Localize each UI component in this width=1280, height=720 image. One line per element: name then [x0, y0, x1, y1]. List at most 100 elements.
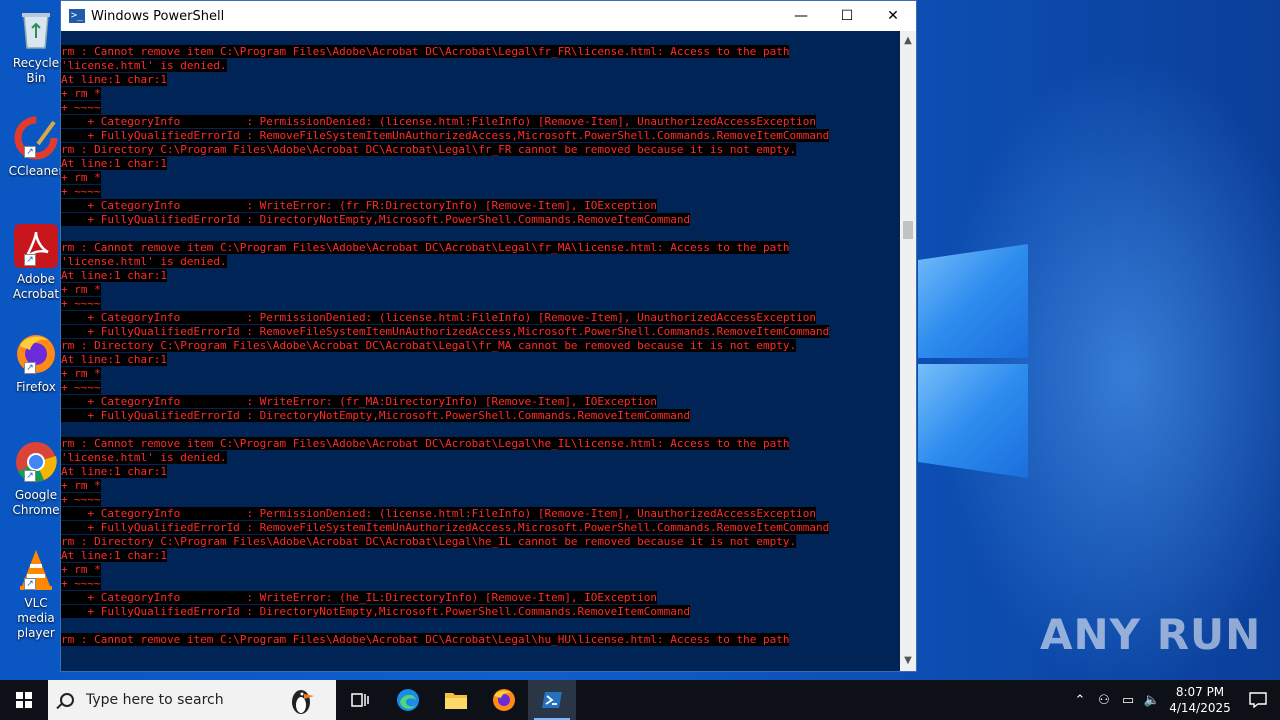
- console-line: + CategoryInfo : WriteError: (fr_FR:Dire…: [61, 199, 901, 213]
- console-line: At line:1 char:1: [61, 73, 901, 87]
- edge-icon: [397, 689, 419, 711]
- console-line: 'license.html' is denied.: [61, 59, 901, 73]
- search-placeholder: Type here to search: [86, 692, 224, 708]
- console-line: At line:1 char:1: [61, 269, 901, 283]
- console-line-text: + CategoryInfo : PermissionDenied: (lice…: [61, 507, 816, 520]
- console-line: + ~~~~: [61, 381, 901, 395]
- close-button[interactable]: ✕: [870, 1, 916, 31]
- console-line: [61, 647, 901, 661]
- taskbar: Type here to search ⌃ ⚇ ▭ 🔈 8:07 PM 4/14…: [0, 680, 1280, 720]
- console-line-text: rm : Directory C:\Program Files\Adobe\Ac…: [61, 535, 797, 548]
- task-view-button[interactable]: [336, 680, 384, 720]
- search-icon: [60, 693, 74, 707]
- console-line-text: + ~~~~: [61, 493, 101, 506]
- console-line-text: + ~~~~: [61, 297, 101, 310]
- console-output[interactable]: rm : Cannot remove item C:\Program Files…: [61, 45, 901, 671]
- maximize-button[interactable]: ☐: [824, 1, 870, 31]
- windows-wallpaper-logo: [918, 236, 1030, 482]
- desktop-icon-ccleaner[interactable]: ↗ CCleaner: [4, 116, 68, 179]
- console-line: + ~~~~: [61, 577, 901, 591]
- desktop-icon-label: Firefox: [16, 380, 56, 394]
- console-line: rm : Directory C:\Program Files\Adobe\Ac…: [61, 339, 901, 353]
- recycle-bin-icon: [14, 8, 58, 52]
- volume-icon[interactable]: 🔈: [1140, 693, 1164, 708]
- console-line: + ~~~~: [61, 185, 901, 199]
- desktop-icon-vlc[interactable]: ↗ VLC media player: [4, 548, 68, 641]
- firefox-icon: ↗: [14, 332, 58, 376]
- console-line: + rm *: [61, 563, 901, 577]
- desktop-icon-label: Recycle Bin: [12, 56, 60, 85]
- console-line-text: 'license.html' is denied.: [61, 59, 227, 72]
- people-icon[interactable]: ⚇: [1092, 693, 1116, 708]
- console-line-text: + ~~~~: [61, 185, 101, 198]
- console-line: 'license.html' is denied.: [61, 451, 901, 465]
- console-line-text: At line:1 char:1: [61, 157, 167, 170]
- console-line-text: + rm *: [61, 171, 101, 184]
- clock-date: 4/14/2025: [1169, 701, 1231, 715]
- console-line-text: + rm *: [61, 87, 101, 100]
- console-line: + CategoryInfo : PermissionDenied: (lice…: [61, 311, 901, 325]
- window-title: Windows PowerShell: [91, 8, 225, 24]
- console-line-text: rm : Cannot remove item C:\Program Files…: [61, 241, 790, 254]
- desktop-icon-label: Adobe Acrobat: [12, 272, 60, 301]
- console-line: + FullyQualifiedErrorId : RemoveFileSyst…: [61, 325, 901, 339]
- vlc-icon: ↗: [14, 548, 58, 592]
- scroll-thumb[interactable]: [903, 221, 913, 239]
- chevron-up-icon[interactable]: ⌃: [1068, 693, 1092, 708]
- console-line-text: + rm *: [61, 367, 101, 380]
- desktop-icon-google-chrome[interactable]: ↗ Google Chrome: [4, 440, 68, 518]
- taskbar-search-box[interactable]: Type here to search: [48, 680, 336, 720]
- console-line-text: At line:1 char:1: [61, 269, 167, 282]
- file-explorer-icon: [445, 693, 467, 709]
- console-line-text: + FullyQualifiedErrorId : DirectoryNotEm…: [61, 213, 691, 226]
- console-line: + CategoryInfo : WriteError: (fr_MA:Dire…: [61, 395, 901, 409]
- console-line: At line:1 char:1: [61, 353, 901, 367]
- start-button[interactable]: [0, 680, 48, 720]
- console-line-text: + ~~~~: [61, 101, 101, 114]
- powershell-window[interactable]: >_ Windows PowerShell — ☐ ✕ rm : Cannot …: [60, 0, 917, 672]
- taskbar-edge[interactable]: [384, 680, 432, 720]
- console-line-text: At line:1 char:1: [61, 73, 167, 86]
- console-line: + FullyQualifiedErrorId : DirectoryNotEm…: [61, 409, 901, 423]
- system-tray: ⌃ ⚇ ▭ 🔈 8:07 PM 4/14/2025: [1068, 680, 1280, 720]
- console-line: + rm *: [61, 171, 901, 185]
- console-line: + ~~~~: [61, 101, 901, 115]
- console-line: rm : Cannot remove item C:\Program Files…: [61, 437, 901, 451]
- console-line: rm : Cannot remove item C:\Program Files…: [61, 241, 901, 255]
- desktop-icon-label: VLC media player: [17, 596, 55, 640]
- console-line: rm : Cannot remove item C:\Program Files…: [61, 45, 901, 59]
- desktop-icon-recycle-bin[interactable]: Recycle Bin: [4, 8, 68, 86]
- taskbar-clock[interactable]: 8:07 PM 4/14/2025: [1164, 684, 1236, 716]
- console-line: + CategoryInfo : WriteError: (he_IL:Dire…: [61, 591, 901, 605]
- taskbar-firefox[interactable]: [480, 680, 528, 720]
- console-line-text: At line:1 char:1: [61, 549, 167, 562]
- console-line: + CategoryInfo : PermissionDenied: (lice…: [61, 507, 901, 521]
- console-line-text: + ~~~~: [61, 577, 101, 590]
- desktop-icon-firefox[interactable]: ↗ Firefox: [4, 332, 68, 395]
- console-line-text: + CategoryInfo : PermissionDenied: (lice…: [61, 311, 816, 324]
- powershell-icon: >_: [69, 9, 85, 23]
- console-line-text: At line:1 char:1: [61, 353, 167, 366]
- console-line-text: + rm *: [61, 283, 101, 296]
- windows-start-icon: [16, 692, 32, 708]
- console-line-text: 'license.html' is denied.: [61, 255, 227, 268]
- console-line-text: + CategoryInfo : PermissionDenied: (lice…: [61, 115, 816, 128]
- vertical-scrollbar[interactable]: ▲ ▼: [900, 31, 916, 671]
- console-line-text: rm : Directory C:\Program Files\Adobe\Ac…: [61, 143, 797, 156]
- task-view-icon: [351, 693, 369, 707]
- scroll-down-icon[interactable]: ▼: [900, 653, 916, 669]
- console-line: rm : Directory C:\Program Files\Adobe\Ac…: [61, 143, 901, 157]
- taskbar-powershell[interactable]: [528, 680, 576, 720]
- desktop-icon-adobe-acrobat[interactable]: ↗ Adobe Acrobat: [4, 224, 68, 302]
- scroll-up-icon[interactable]: ▲: [900, 33, 916, 49]
- console-line: + FullyQualifiedErrorId : DirectoryNotEm…: [61, 213, 901, 227]
- window-titlebar[interactable]: >_ Windows PowerShell — ☐ ✕: [61, 1, 916, 31]
- action-center-button[interactable]: [1236, 680, 1280, 720]
- network-icon[interactable]: ▭: [1116, 693, 1140, 708]
- console-line-text: rm : Cannot remove item C:\Program Files…: [61, 45, 790, 58]
- minimize-button[interactable]: —: [778, 1, 824, 31]
- console-line-text: rm : Cannot remove item C:\Program Files…: [61, 437, 790, 450]
- taskbar-file-explorer[interactable]: [432, 680, 480, 720]
